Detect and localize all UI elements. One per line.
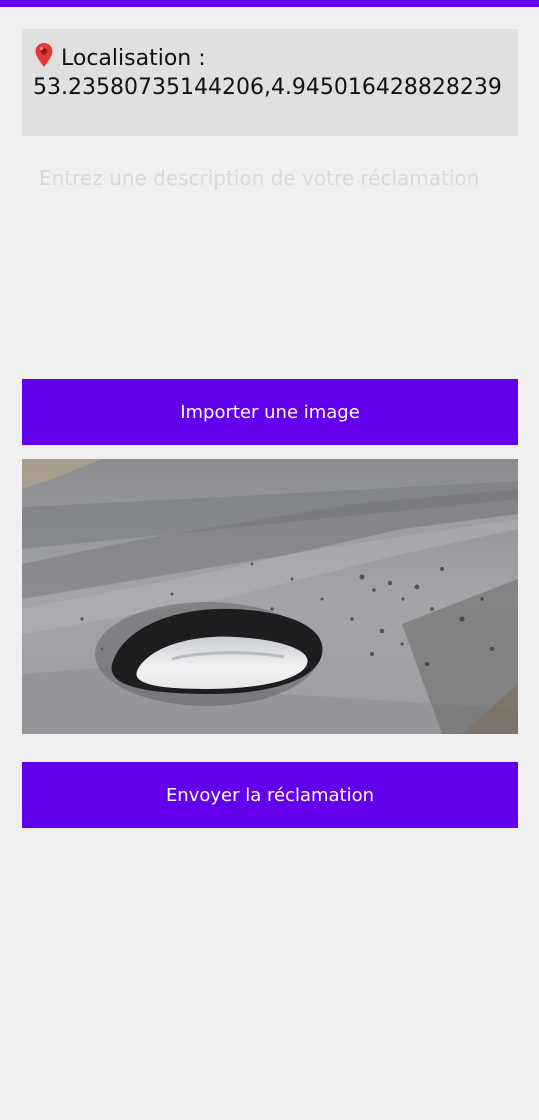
import-image-button[interactable]: Importer une image <box>22 379 518 445</box>
location-card: Localisation : 53.23580735144206,4.94501… <box>22 29 518 136</box>
top-accent-bar <box>0 0 539 7</box>
send-complaint-button[interactable]: Envoyer la réclamation <box>22 762 518 828</box>
description-input[interactable] <box>22 160 518 360</box>
location-label: Localisation : <box>61 46 206 71</box>
location-label-row: Localisation : <box>33 42 518 73</box>
location-coordinates: 53.23580735144206,4.945016428828239 <box>33 75 502 100</box>
pothole-photo <box>22 459 518 734</box>
pin-icon <box>33 42 55 68</box>
